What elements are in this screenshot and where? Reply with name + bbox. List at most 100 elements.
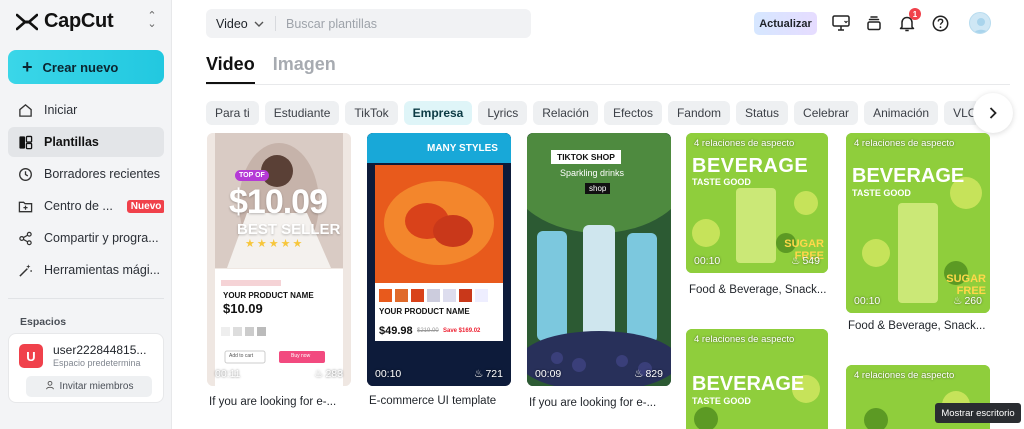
- active-tab-indicator: [206, 82, 255, 84]
- template-card[interactable]: TOP OF $10.09 BEST SELLER ★★★★★ YOUR PRO…: [207, 133, 351, 386]
- category-chip[interactable]: Fandom: [667, 101, 730, 125]
- plus-icon: +: [22, 57, 33, 77]
- card-tag: TASTE GOOD: [852, 188, 911, 198]
- aspect-ratio-label: 4 relaciones de aspecto: [854, 138, 955, 149]
- card-save: Save $169.02: [443, 328, 481, 334]
- template-card[interactable]: TIKTOK SHOP Sparkling drinks shop 00:09 …: [527, 133, 671, 386]
- category-chip[interactable]: TikTok: [345, 101, 398, 125]
- card-product-name: YOUR PRODUCT NAME: [379, 307, 470, 316]
- card-badge: TIKTOK SHOP: [551, 150, 621, 164]
- card-title[interactable]: E-commerce UI template: [369, 395, 496, 407]
- card-subtitle: BEST SELLER: [237, 221, 341, 238]
- invite-members-button[interactable]: Invitar miembros: [26, 376, 152, 397]
- category-chip[interactable]: Para ti: [206, 101, 259, 125]
- category-chip[interactable]: Lyrics: [478, 101, 528, 125]
- invite-members-label: Invitar miembros: [59, 381, 134, 392]
- card-uses: ♨ 260: [953, 295, 982, 307]
- upgrade-button[interactable]: Actualizar: [754, 12, 817, 35]
- card-old-price: $219.00: [417, 328, 439, 334]
- card-uses-count: 283: [325, 368, 343, 380]
- card-tag: TASTE GOOD: [692, 396, 751, 406]
- card-headline: BEVERAGE: [692, 373, 805, 395]
- card-uses-count: 549: [802, 255, 820, 267]
- template-thumbnail: [207, 133, 351, 386]
- sidebar-nav: Iniciar Plantillas Borradores recientes …: [8, 95, 164, 287]
- category-chip[interactable]: Celebrar: [794, 101, 859, 125]
- card-headline: BEVERAGE: [692, 155, 809, 177]
- template-card[interactable]: 4 relaciones de aspecto BEVERAGE TASTE G…: [686, 329, 828, 429]
- card-title[interactable]: Food & Beverage, Snack...: [848, 320, 985, 332]
- category-chip[interactable]: Estudiante: [264, 101, 340, 125]
- stack-icon[interactable]: [864, 13, 884, 33]
- category-chip[interactable]: VLOG: [944, 101, 976, 125]
- aspect-ratio-label: 4 relaciones de aspecto: [694, 334, 795, 345]
- sidebar-divider: [8, 298, 164, 299]
- sidebar-item-home[interactable]: Iniciar: [8, 95, 164, 125]
- home-icon: [16, 101, 34, 119]
- card-btn-buy: Buy now: [291, 353, 311, 359]
- desktop-download-icon[interactable]: [831, 13, 851, 33]
- search-input[interactable]: [276, 16, 516, 31]
- capcut-app: CapCut ⌃ ⌄ + Crear nuevo Iniciar Plantill…: [0, 0, 1024, 429]
- profile-avatar[interactable]: [969, 12, 991, 34]
- card-badge: TOP OF: [235, 170, 269, 181]
- tabs-divider: [206, 84, 1010, 85]
- capcut-logo-icon: [16, 13, 38, 30]
- chevron-right-icon[interactable]: [973, 93, 1013, 133]
- search-type-select[interactable]: Video: [206, 16, 276, 31]
- flame-icon: ♨: [791, 255, 801, 267]
- new-badge: Nuevo: [126, 199, 164, 213]
- sidebar-item-label: Iniciar: [44, 103, 78, 117]
- template-card[interactable]: MANY STYLES YOUR PRODUCT NAME $49.98 $21…: [367, 133, 511, 386]
- sidebar-item-templates[interactable]: Plantillas: [8, 127, 164, 157]
- template-card[interactable]: 4 relaciones de aspecto BEVERAGE TASTE G…: [686, 133, 828, 273]
- card-uses: ♨ 721: [474, 368, 503, 380]
- folder-icon: [16, 197, 34, 215]
- card-line2: shop: [585, 183, 611, 194]
- aspect-ratio-label: 4 relaciones de aspecto: [694, 138, 795, 149]
- app-name: CapCut: [44, 10, 114, 32]
- space-card[interactable]: U user222844815... Espacio predetermina …: [8, 333, 164, 403]
- flame-icon: ♨: [953, 295, 963, 307]
- tab-video[interactable]: Video: [206, 54, 255, 75]
- card-title[interactable]: If you are looking for e-...: [209, 396, 336, 408]
- card-price: $10.09: [229, 183, 328, 221]
- category-chip[interactable]: Status: [736, 101, 789, 125]
- sidebar-item-label: Compartir y progra...: [44, 231, 159, 245]
- tab-image[interactable]: Imagen: [273, 54, 336, 75]
- category-chip[interactable]: Efectos: [603, 101, 662, 125]
- space-subtitle: Espacio predetermina: [53, 358, 141, 368]
- sidebar-item-center[interactable]: Centro de ... Nuevo: [8, 191, 164, 221]
- aspect-ratio-label: 4 relaciones de aspecto: [854, 370, 955, 381]
- card-sugar: SUGAR FREE: [946, 273, 986, 297]
- card-title[interactable]: Food & Beverage, Snack...: [689, 284, 826, 296]
- card-title[interactable]: If you are looking for e-...: [529, 397, 656, 409]
- card-line1: Sparkling drinks: [560, 168, 625, 178]
- card-uses-count: 260: [964, 295, 982, 307]
- space-avatar: U: [19, 344, 43, 368]
- create-new-label: Crear nuevo: [42, 59, 119, 75]
- capcut-logo[interactable]: CapCut: [16, 10, 114, 33]
- category-chip-list: Para ti Estudiante TikTok Empresa Lyrics Rela…: [206, 101, 976, 125]
- card-uses: ♨ 549: [791, 255, 820, 267]
- template-icon: [16, 133, 34, 151]
- category-chip[interactable]: Animación: [864, 101, 939, 125]
- rating-stars-icon: ★★★★★: [245, 238, 305, 250]
- sidebar-item-recent-drafts[interactable]: Borradores recientes: [8, 159, 164, 189]
- help-icon[interactable]: [930, 13, 950, 33]
- card-duration: 00:10: [694, 255, 721, 267]
- search-bar: Video: [206, 9, 531, 38]
- workspace-switch-icon[interactable]: ⌃ ⌄: [146, 11, 158, 30]
- sidebar-item-magic-tools[interactable]: Herramientas mági...: [8, 255, 164, 285]
- card-duration: 00:11: [215, 368, 241, 380]
- template-card[interactable]: 4 relaciones de aspecto BEVERAGE TASTE G…: [846, 133, 990, 313]
- category-chip[interactable]: Empresa: [403, 101, 473, 125]
- card-duration: 00:10: [854, 295, 881, 307]
- category-chip[interactable]: Relación: [533, 101, 598, 125]
- sidebar-item-share[interactable]: Compartir y progra...: [8, 223, 164, 253]
- card-uses-count: 721: [485, 368, 503, 380]
- flame-icon: ♨: [474, 368, 484, 380]
- create-new-button[interactable]: + Crear nuevo: [8, 50, 164, 84]
- sidebar: CapCut ⌃ ⌄ + Crear nuevo Iniciar Plantill…: [0, 0, 172, 429]
- card-headline: BEVERAGE: [852, 165, 965, 187]
